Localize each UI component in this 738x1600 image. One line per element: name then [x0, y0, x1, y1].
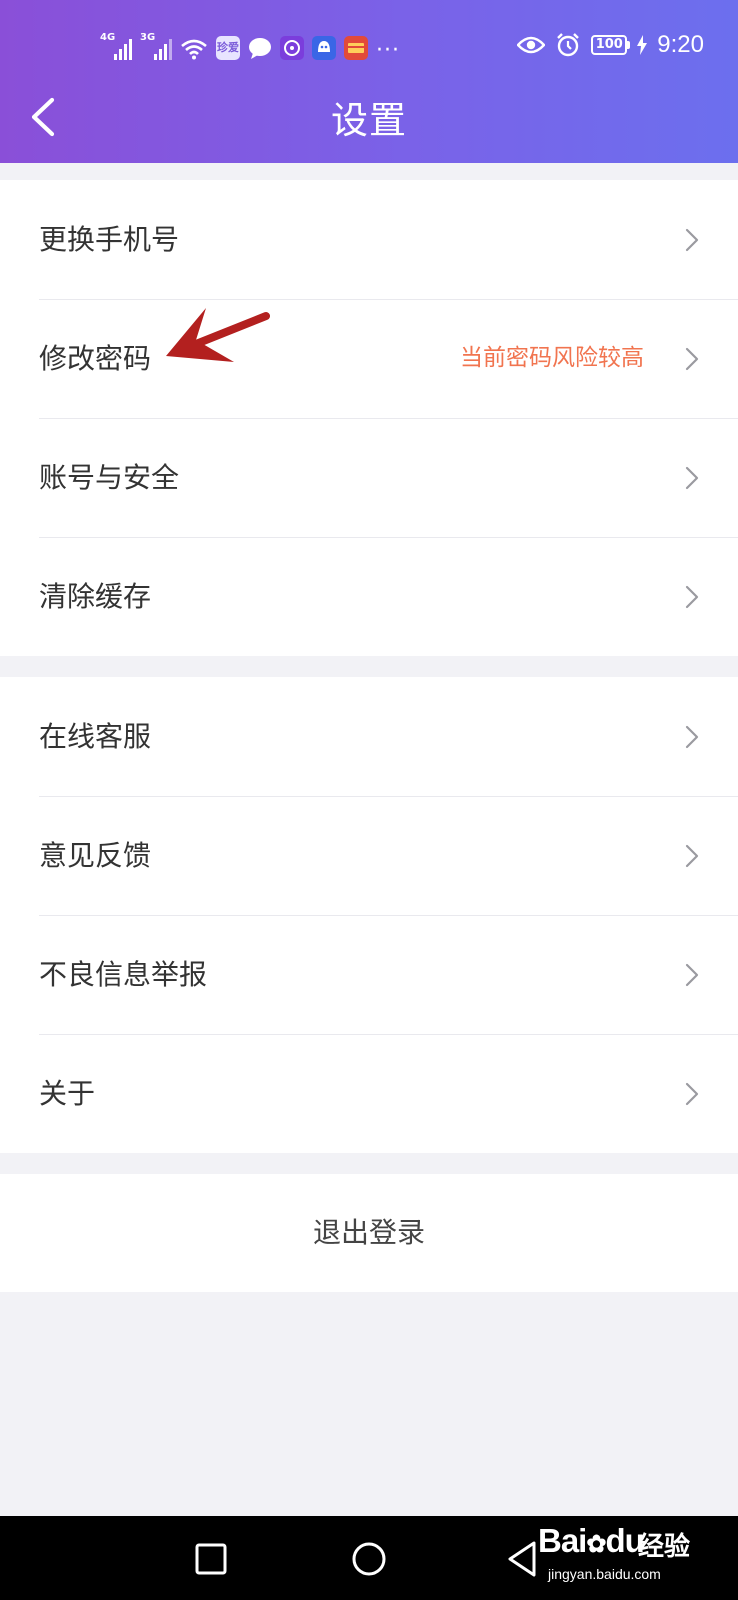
row-divider	[39, 1034, 738, 1035]
settings-group-support: 在线客服 意见反馈 不良信息举报 关于	[0, 677, 738, 1153]
setting-row-label: 意见反馈	[39, 839, 152, 872]
signal-3g-icon: 3G	[140, 32, 172, 60]
status-bar: 4G 3G 珍爱 ··· 100 9:20	[0, 28, 738, 64]
status-bar-left: 4G 3G 珍爱 ···	[100, 30, 400, 63]
wifi-icon	[181, 39, 207, 60]
baidu-jingyan-watermark: Bai✿du 经验 jingyan.baidu.com	[538, 1522, 728, 1592]
setting-row-report[interactable]: 不良信息举报	[0, 915, 738, 1034]
qq-app-icon	[312, 36, 336, 60]
chevron-right-icon	[685, 963, 699, 987]
recent-apps-icon[interactable]	[186, 1534, 236, 1584]
setting-row-label: 不良信息举报	[39, 958, 208, 991]
home-icon[interactable]	[344, 1534, 394, 1584]
watermark-jingyan: 经验	[638, 1532, 691, 1562]
setting-row-account-security[interactable]: 账号与安全	[0, 418, 738, 537]
chevron-right-icon	[685, 1082, 699, 1106]
watermark-logo-part1: Bai	[538, 1522, 587, 1559]
logout-button[interactable]: 退出登录	[0, 1174, 738, 1292]
setting-row-clear-cache[interactable]: 清除缓存	[0, 537, 738, 656]
settings-group-account: 更换手机号 修改密码 当前密码风险较高 账号与安全 清除缓存	[0, 180, 738, 656]
setting-row-change-password[interactable]: 修改密码 当前密码风险较高	[0, 299, 738, 418]
battery-icon: 100	[591, 35, 631, 55]
paw-icon: ✿	[586, 1531, 606, 1558]
zhenai-app-icon: 珍爱	[216, 36, 240, 60]
setting-row-about[interactable]: 关于	[0, 1034, 738, 1153]
setting-row-label: 修改密码	[39, 342, 152, 375]
watermark-logo: Bai✿du	[538, 1522, 645, 1560]
status-bar-right: 100 9:20	[517, 28, 704, 62]
chevron-right-icon	[685, 347, 699, 371]
setting-row-online-service[interactable]: 在线客服	[0, 677, 738, 796]
setting-row-label: 账号与安全	[39, 461, 180, 494]
chevron-right-icon	[685, 585, 699, 609]
network-type-label: 3G	[140, 32, 156, 43]
wallet-app-icon	[344, 36, 368, 60]
chevron-right-icon	[685, 466, 699, 490]
message-bubble-icon	[249, 38, 271, 59]
chevron-right-icon	[685, 725, 699, 749]
charging-icon	[637, 35, 648, 55]
setting-row-label: 在线客服	[39, 720, 152, 753]
setting-row-label: 清除缓存	[39, 580, 152, 613]
chat-app-icon	[280, 36, 304, 60]
network-type-label: 4G	[100, 32, 116, 43]
app-header: 4G 3G 珍爱 ··· 100 9:20 设置	[0, 0, 738, 163]
status-time: 9:20	[657, 31, 704, 58]
setting-row-feedback[interactable]: 意见反馈	[0, 796, 738, 915]
watermark-url: jingyan.baidu.com	[548, 1566, 661, 1582]
chevron-right-icon	[685, 228, 699, 252]
annotation-arrow-icon	[166, 308, 270, 362]
alarm-icon	[557, 33, 580, 57]
password-risk-note: 当前密码风险较高	[460, 345, 644, 371]
eye-icon	[517, 36, 546, 54]
signal-4g-icon: 4G	[100, 32, 132, 60]
page-title: 设置	[331, 99, 407, 142]
setting-row-label: 更换手机号	[39, 223, 180, 256]
setting-row-label: 关于	[39, 1077, 96, 1110]
more-notifications-icon: ···	[376, 38, 400, 63]
setting-row-change-phone[interactable]: 更换手机号	[0, 180, 738, 299]
chevron-right-icon	[685, 844, 699, 868]
